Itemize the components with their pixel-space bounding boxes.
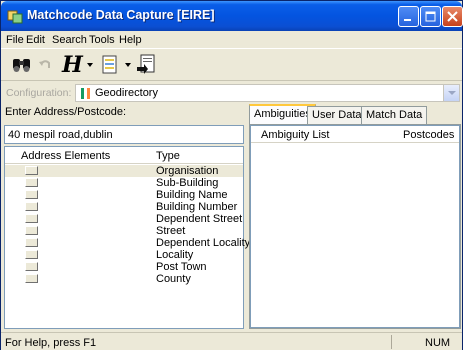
- tab-user-data[interactable]: User Data: [307, 106, 367, 124]
- list-item[interactable]: Post Town: [5, 261, 243, 273]
- element-type: Organisation: [156, 165, 219, 177]
- maximize-icon: [425, 11, 436, 22]
- binoculars-icon[interactable]: [11, 53, 33, 77]
- element-checkbox[interactable]: [25, 166, 38, 175]
- list-item[interactable]: Building Name: [5, 189, 243, 201]
- element-type: Street: [156, 225, 186, 237]
- toolbar: H: [1, 48, 462, 81]
- tab-strip: Ambiguities User Data Match Data: [249, 104, 462, 125]
- element-checkbox[interactable]: [25, 202, 38, 211]
- status-num-indicator: NUM: [425, 337, 451, 349]
- element-type: Sub-Building: [156, 177, 219, 189]
- element-type: Building Number: [156, 201, 238, 213]
- element-type: County: [156, 273, 191, 285]
- list-item[interactable]: Locality: [5, 249, 243, 261]
- configuration-label: Configuration:: [6, 87, 72, 99]
- column-address-elements[interactable]: Address Elements: [21, 150, 110, 162]
- menu-help[interactable]: Help: [119, 34, 142, 46]
- element-checkbox[interactable]: [25, 226, 38, 235]
- configuration-select[interactable]: Geodirectory: [75, 84, 460, 102]
- element-checkbox[interactable]: [25, 238, 38, 247]
- configuration-value: Geodirectory: [95, 87, 158, 99]
- ambiguity-list-header: Ambiguity List Postcodes: [251, 126, 459, 143]
- minimize-icon: [404, 19, 411, 21]
- close-button[interactable]: [442, 6, 463, 27]
- irish-flag-icon: [81, 88, 91, 99]
- ambiguity-list[interactable]: Ambiguity List Postcodes: [250, 125, 460, 328]
- menu-file[interactable]: File: [6, 34, 24, 46]
- menu-bar: File Edit Search Tools Help: [1, 31, 462, 48]
- export-icon[interactable]: [135, 53, 157, 77]
- list-item[interactable]: County: [5, 273, 243, 285]
- app-icon: [7, 10, 23, 24]
- list-item[interactable]: Street: [5, 225, 243, 237]
- close-icon: [447, 11, 458, 22]
- element-checkbox[interactable]: [25, 178, 38, 187]
- ambiguities-panel: Ambiguity List Postcodes: [249, 124, 461, 329]
- app-window: Matchcode Data Capture [EIRE] File Edit …: [0, 0, 463, 350]
- element-checkbox[interactable]: [25, 262, 38, 271]
- list-header: Address Elements Type: [5, 147, 243, 164]
- configuration-row: Configuration: Geodirectory: [1, 82, 462, 103]
- header-h-icon[interactable]: H: [62, 53, 83, 77]
- status-bar: For Help, press F1 NUM: [1, 332, 462, 350]
- tab-match-data[interactable]: Match Data: [361, 106, 428, 124]
- title-bar[interactable]: Matchcode Data Capture [EIRE]: [1, 1, 463, 31]
- column-ambiguity-list[interactable]: Ambiguity List: [261, 129, 329, 141]
- h-dropdown-arrow[interactable]: [87, 63, 93, 67]
- list-item[interactable]: Sub-Building: [5, 177, 243, 189]
- element-checkbox[interactable]: [25, 274, 38, 283]
- element-checkbox[interactable]: [25, 214, 38, 223]
- address-elements-list[interactable]: Address Elements Type Organisation Sub-Bu…: [4, 146, 250, 329]
- list-item[interactable]: Organisation: [5, 165, 243, 177]
- record-icon[interactable]: [100, 53, 120, 77]
- list-item[interactable]: Dependent Street: [5, 213, 243, 225]
- record-dropdown-arrow[interactable]: [125, 63, 131, 67]
- undo-icon[interactable]: [38, 53, 52, 77]
- maximize-button[interactable]: [420, 6, 441, 27]
- element-type: Locality: [156, 249, 194, 261]
- list-item[interactable]: Building Number: [5, 201, 243, 213]
- tab-ambiguities[interactable]: Ambiguities: [249, 104, 316, 125]
- address-label: Enter Address/Postcode:: [5, 106, 127, 118]
- status-divider: [391, 335, 392, 349]
- list-item[interactable]: Dependent Locality: [5, 237, 250, 249]
- element-type: Dependent Street: [156, 213, 243, 225]
- element-checkbox[interactable]: [25, 250, 38, 259]
- menu-tools[interactable]: Tools: [89, 34, 115, 46]
- window-title: Matchcode Data Capture [EIRE]: [27, 8, 215, 22]
- column-postcodes[interactable]: Postcodes: [403, 129, 454, 141]
- address-input[interactable]: [4, 125, 244, 144]
- column-type[interactable]: Type: [156, 150, 180, 162]
- element-type: Post Town: [156, 261, 207, 273]
- configuration-dropdown-button[interactable]: [443, 85, 459, 101]
- element-checkbox[interactable]: [25, 190, 38, 199]
- element-type: Dependent Locality: [156, 237, 251, 249]
- minimize-button[interactable]: [398, 6, 419, 27]
- status-help-text: For Help, press F1: [5, 337, 97, 349]
- menu-edit[interactable]: Edit: [26, 34, 45, 46]
- element-type: Building Name: [156, 189, 228, 201]
- menu-search[interactable]: Search: [52, 34, 87, 46]
